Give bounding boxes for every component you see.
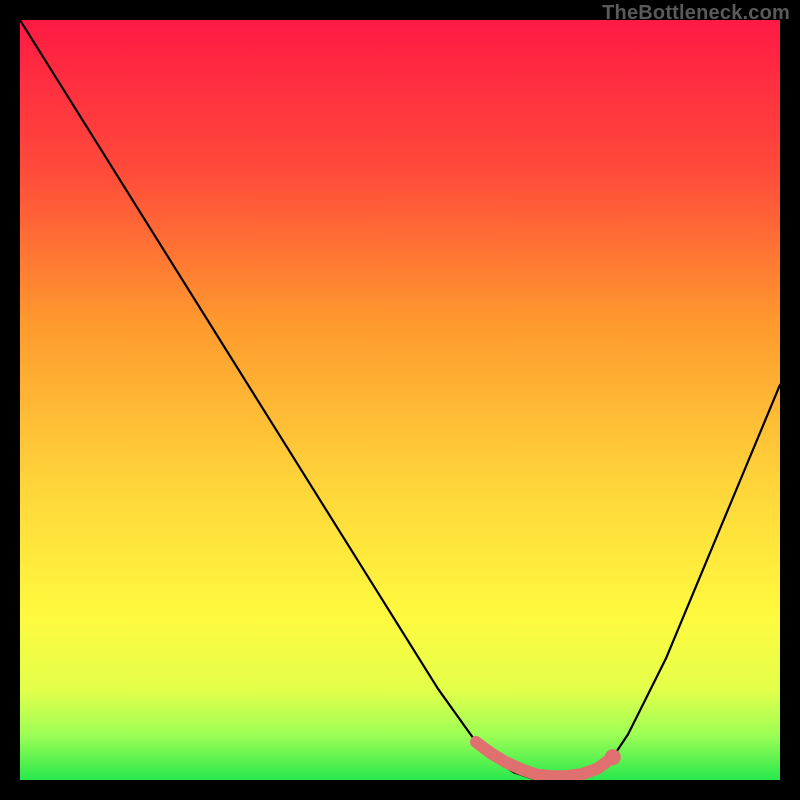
attribution-text: TheBottleneck.com (602, 2, 790, 25)
marker-point (605, 749, 621, 765)
chart-svg (20, 20, 780, 780)
chart-container: TheBottleneck.com (0, 0, 800, 800)
plot-area (20, 20, 780, 780)
gradient-background (20, 20, 780, 780)
